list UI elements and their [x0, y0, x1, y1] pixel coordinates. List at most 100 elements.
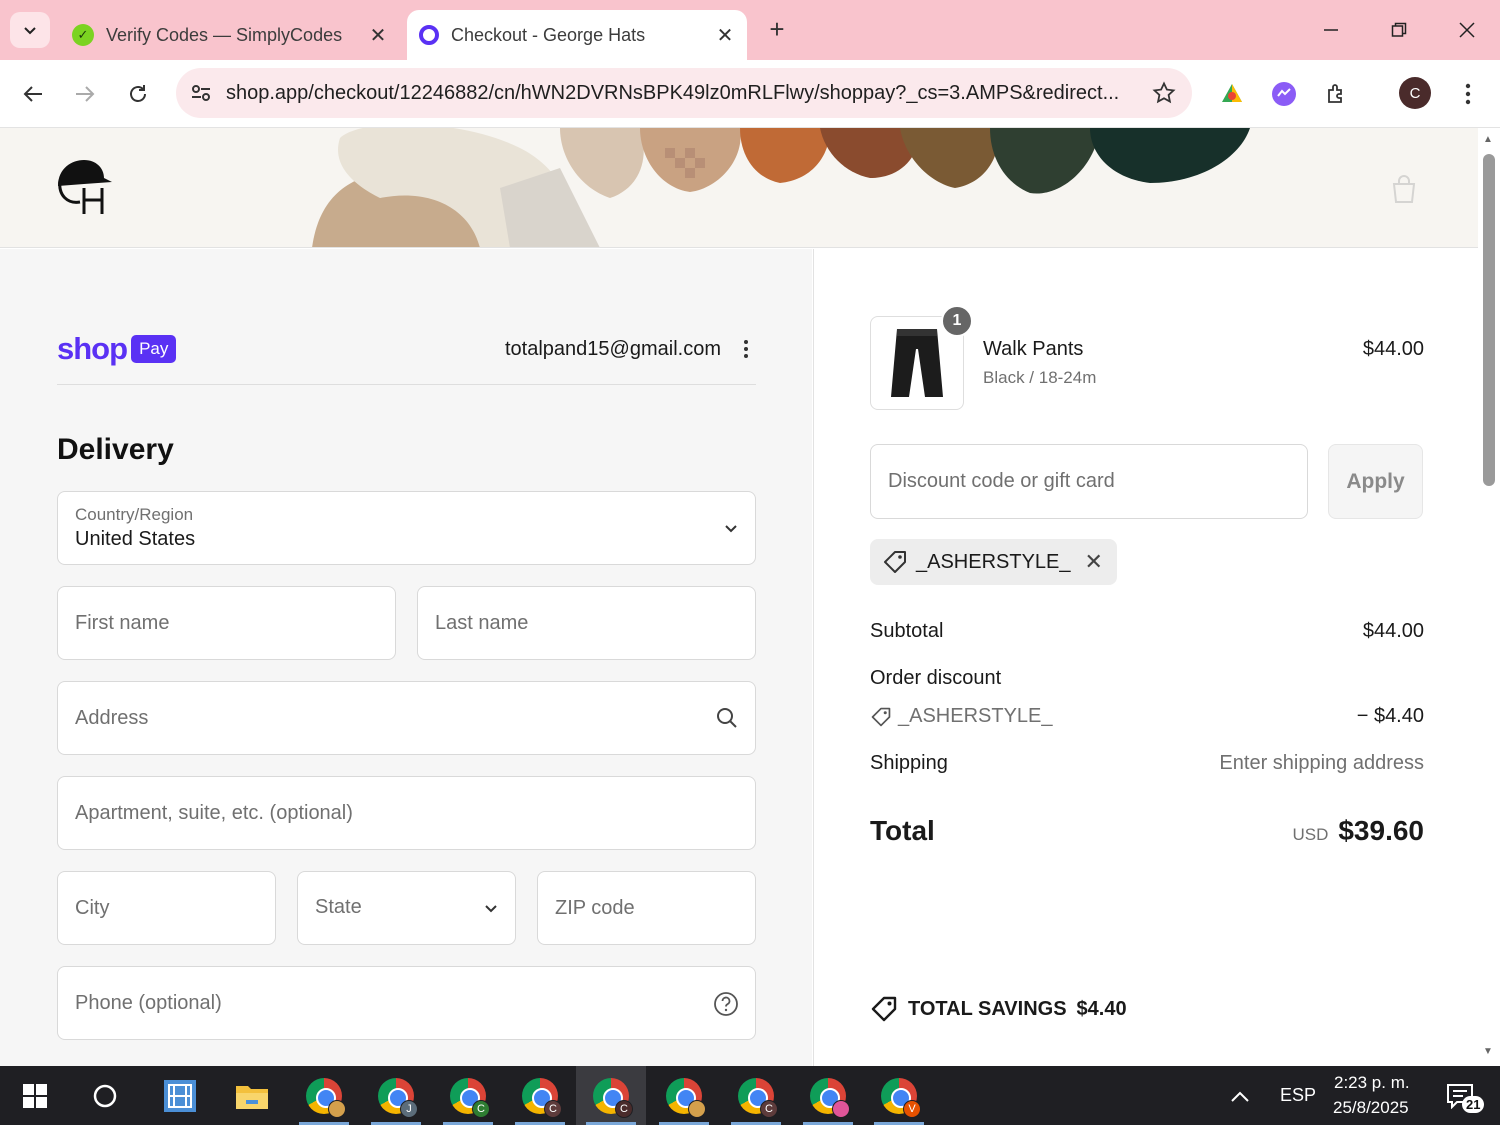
chrome-icon: V — [881, 1077, 921, 1118]
back-arrow-icon — [23, 86, 42, 102]
extension-google-icon[interactable] — [1216, 78, 1248, 110]
applied-code: _ASHERSTYLE_ — [916, 550, 1071, 573]
chrome-window-9[interactable]: V — [864, 1066, 934, 1125]
country-label: Country/Region — [75, 505, 194, 524]
bookmark-star-icon[interactable] — [1136, 81, 1192, 105]
product-variant: Black / 18-24m — [983, 368, 1097, 387]
task-view-button[interactable] — [145, 1066, 215, 1125]
shipping-row: Shipping Enter shipping address — [870, 752, 1424, 775]
scroll-down-icon[interactable]: ▼ — [1483, 1046, 1493, 1057]
chrome-icon: C — [593, 1077, 633, 1118]
chrome-window-4[interactable]: C — [505, 1066, 575, 1125]
clock-time[interactable]: 2:23 p. m. — [1334, 1073, 1410, 1093]
shop-favicon-icon — [419, 25, 439, 45]
help-circle-icon[interactable] — [713, 991, 739, 1017]
first-name-field[interactable]: First name — [57, 586, 396, 660]
chrome-icon: J — [378, 1077, 418, 1118]
chrome-window-3[interactable]: C — [433, 1066, 503, 1125]
profile-badge — [328, 1099, 346, 1118]
city-field[interactable]: City — [57, 871, 276, 945]
discount-code-label: _ASHERSTYLE_ — [898, 705, 1053, 727]
notification-center-button[interactable]: 21 — [1430, 1066, 1490, 1125]
site-info-icon[interactable] — [176, 82, 226, 104]
show-hidden-icons-button[interactable] — [1220, 1066, 1260, 1125]
total-label: Total — [870, 815, 935, 846]
file-explorer-button[interactable] — [217, 1066, 287, 1125]
apartment-field[interactable]: Apartment, suite, etc. (optional) — [57, 776, 756, 850]
back-button[interactable] — [15, 76, 51, 112]
remove-discount-icon[interactable]: ✕ — [1085, 549, 1103, 575]
address-bar[interactable]: shop.app/checkout/12246882/cn/hWN2DVRNsB… — [176, 68, 1192, 118]
reload-button[interactable] — [120, 76, 156, 112]
input-language[interactable]: ESP — [1280, 1085, 1316, 1106]
profile-badge: C — [615, 1099, 633, 1118]
simplycodes-favicon-icon: ✓ — [72, 24, 94, 46]
tab-checkout[interactable]: Checkout - George Hats ✕ — [407, 10, 747, 60]
state-select[interactable]: State — [297, 871, 516, 945]
forward-button[interactable] — [67, 76, 103, 112]
chrome-window-5[interactable]: C — [576, 1066, 646, 1125]
forward-arrow-icon — [76, 86, 95, 102]
order-discount-row: Order discount — [870, 667, 1424, 690]
product-price: $44.00 — [1362, 338, 1424, 360]
last-name-placeholder: Last name — [435, 612, 529, 634]
shipping-value: Enter shipping address — [1219, 752, 1424, 774]
zip-code-field[interactable]: ZIP code — [537, 871, 756, 945]
chrome-menu-icon[interactable] — [1452, 78, 1484, 110]
phone-field[interactable]: Phone (optional) — [57, 966, 756, 1040]
tab-title: Verify Codes — SimplyCodes — [106, 24, 343, 45]
restore-button[interactable] — [1376, 12, 1422, 48]
scroll-up-icon[interactable]: ▲ — [1483, 134, 1493, 145]
tab-simplycodes[interactable]: ✓ Verify Codes — SimplyCodes ✕ — [60, 10, 400, 60]
profile-badge: V — [903, 1099, 921, 1118]
tab-search-button[interactable] — [10, 12, 50, 48]
discount-amount: − $4.40 — [1356, 705, 1424, 727]
close-window-button[interactable] — [1444, 12, 1490, 48]
chrome-window-7[interactable]: C — [721, 1066, 791, 1125]
extension-purple-icon[interactable] — [1268, 78, 1300, 110]
minimize-button[interactable] — [1308, 12, 1354, 48]
close-icon — [1459, 22, 1475, 38]
start-button[interactable] — [0, 1066, 70, 1125]
chrome-window-8[interactable] — [793, 1066, 863, 1125]
close-tab-icon[interactable]: ✕ — [364, 23, 392, 48]
url-text[interactable]: shop.app/checkout/12246882/cn/hWN2DVRNsB… — [226, 82, 1136, 105]
last-name-field[interactable]: Last name — [417, 586, 756, 660]
cart-icon[interactable] — [1390, 174, 1418, 204]
apply-button[interactable]: Apply — [1328, 444, 1423, 519]
profile-avatar[interactable]: C — [1399, 77, 1431, 109]
savings-value: $4.40 — [1076, 997, 1127, 1020]
savings-label: TOTAL SAVINGS — [908, 997, 1067, 1020]
city-placeholder: City — [75, 897, 110, 919]
country-value: United States — [75, 528, 196, 550]
chrome-icon — [306, 1077, 346, 1118]
total-savings: TOTAL SAVINGS $4.40 — [870, 995, 1127, 1023]
page-scrollbar[interactable]: ▲ ▼ — [1478, 128, 1500, 1066]
discount-placeholder: Discount code or gift card — [888, 470, 1115, 492]
address-placeholder: Address — [75, 707, 149, 729]
phone-placeholder: Phone (optional) — [75, 992, 222, 1014]
address-field[interactable]: Address — [57, 681, 756, 755]
extensions-puzzle-icon[interactable] — [1321, 78, 1353, 110]
tag-icon — [884, 551, 906, 573]
discount-code-input[interactable]: Discount code or gift card — [870, 444, 1308, 519]
chrome-window-6[interactable] — [649, 1066, 719, 1125]
country-select[interactable]: Country/Region United States — [57, 491, 756, 565]
notification-count-badge: 21 — [1462, 1096, 1485, 1113]
windows-taskbar: J C C C C V ESP 2:23 p. m. 25/8/2025 21 — [0, 1066, 1500, 1125]
subtotal-label: Subtotal — [870, 620, 944, 642]
chrome-window-1[interactable] — [289, 1066, 359, 1125]
new-tab-button[interactable]: + — [762, 14, 792, 44]
close-tab-icon[interactable]: ✕ — [711, 23, 739, 48]
reload-icon — [130, 85, 146, 102]
chevron-down-icon — [483, 900, 499, 916]
minimize-icon — [1324, 29, 1338, 31]
scrollbar-thumb[interactable] — [1483, 154, 1495, 486]
clock-date[interactable]: 25/8/2025 — [1333, 1098, 1409, 1118]
account-menu-icon[interactable] — [736, 337, 756, 361]
chrome-window-2[interactable]: J — [361, 1066, 431, 1125]
product-name: Walk Pants — [983, 338, 1084, 360]
quantity-badge: 1 — [941, 305, 973, 337]
search-button[interactable] — [70, 1066, 140, 1125]
hats-banner-image — [312, 128, 1250, 247]
